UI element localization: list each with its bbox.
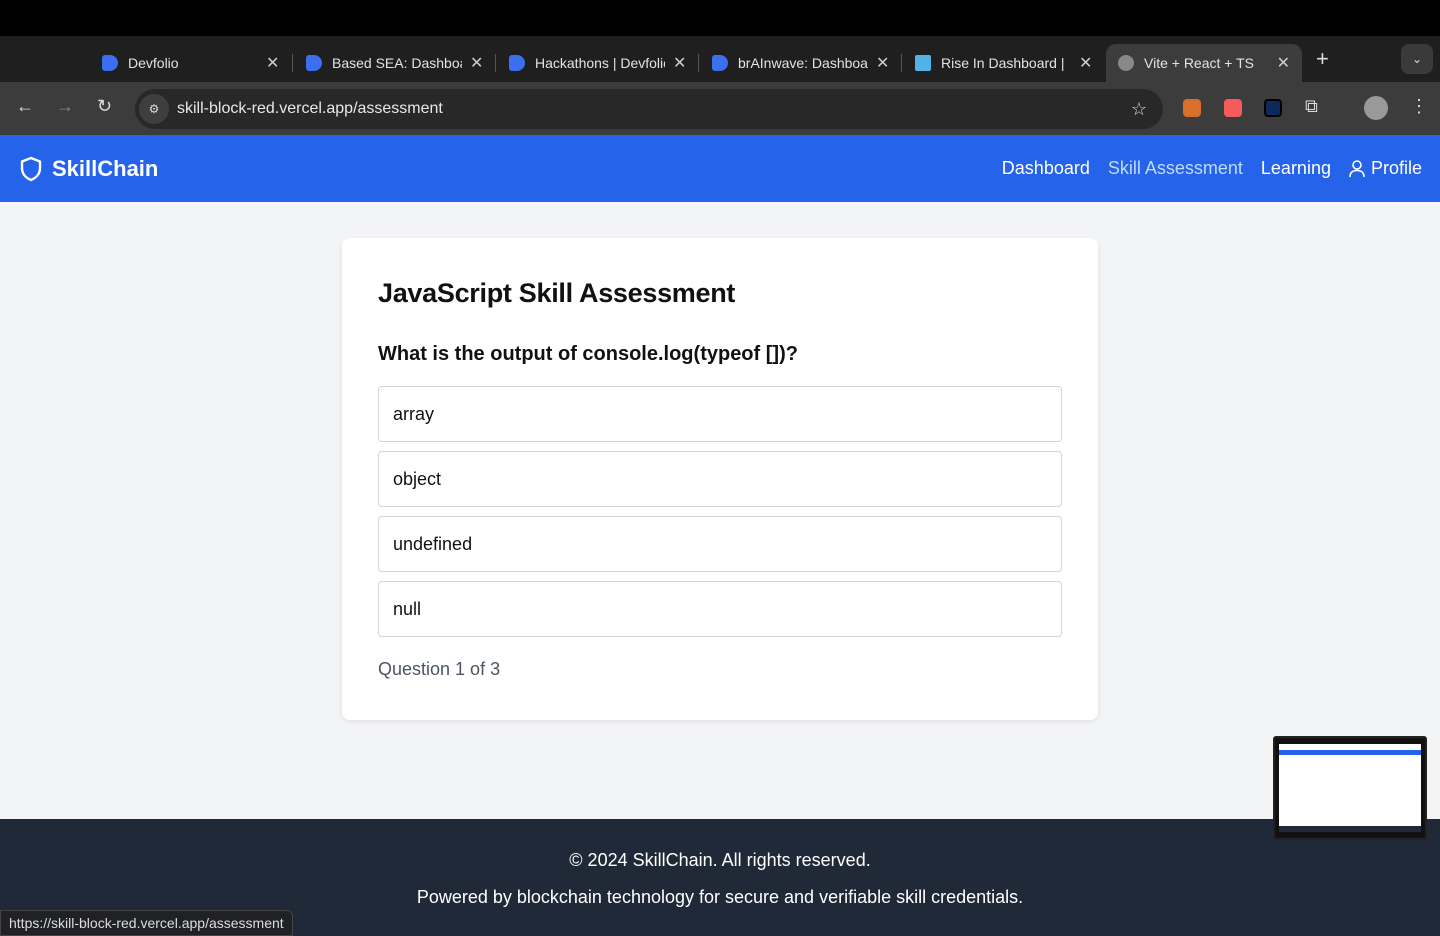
nav-skill-assessment[interactable]: Skill Assessment — [1108, 158, 1243, 179]
nav-profile[interactable]: Profile — [1349, 158, 1422, 179]
bookmark-star-icon[interactable]: ☆ — [1131, 99, 1147, 120]
forward-icon[interactable]: → — [56, 96, 74, 117]
devfolio-icon — [102, 55, 118, 71]
avatar[interactable] — [1364, 96, 1388, 120]
app-navbar: SkillChain Dashboard Skill Assessment Le… — [0, 135, 1440, 202]
close-icon[interactable]: ✕ — [266, 53, 279, 73]
footer-tagline: Powered by blockchain technology for sec… — [416, 887, 1024, 907]
devfolio-icon — [712, 55, 728, 71]
footer-copyright: © 2024 SkillChain. All rights reserved. — [569, 850, 871, 870]
tab-vite-react[interactable]: Vite + React + TS ✕ — [1106, 44, 1302, 82]
browser-toolbar: ← → ↻ ⚙ skill-block-red.vercel.app/asses… — [0, 82, 1440, 135]
extensions-puzzle-icon[interactable]: ⧉ — [1305, 96, 1318, 117]
rise-in-icon — [915, 55, 931, 71]
tab-devfolio[interactable]: Devfolio ✕ — [90, 44, 291, 82]
close-icon[interactable]: ✕ — [1277, 53, 1290, 73]
brand-logo[interactable]: SkillChain — [20, 156, 158, 182]
close-icon[interactable]: ✕ — [876, 53, 889, 73]
user-icon — [1349, 159, 1365, 177]
shield-icon — [20, 156, 42, 181]
close-icon[interactable]: ✕ — [1079, 53, 1092, 73]
tab-strip: Devfolio✕ Based SEA: Dashboard✕ Hackatho… — [0, 36, 1440, 82]
extension-blue-icon[interactable] — [1264, 99, 1282, 117]
more-menu-icon[interactable]: ⋮ — [1410, 96, 1428, 117]
tab-brainwave[interactable]: brAInwave: Dashboard ✕ — [700, 44, 901, 82]
tab-based-sea[interactable]: Based SEA: Dashboard✕ — [294, 44, 495, 82]
reload-icon[interactable]: ↻ — [97, 96, 112, 117]
status-bar-url: https://skill-block-red.vercel.app/asses… — [0, 910, 293, 936]
page-title: JavaScript Skill Assessment — [378, 278, 736, 308]
main-content: JavaScript Skill Assessment What is the … — [0, 202, 1440, 819]
devfolio-icon — [509, 55, 525, 71]
os-top-bar — [0, 0, 1440, 36]
answer-option-null[interactable]: null — [378, 581, 1062, 637]
answer-option-object[interactable]: object — [378, 451, 1062, 507]
tab-rise-in[interactable]: Rise In Dashboard | ✕ — [903, 44, 1104, 82]
assessment-card: JavaScript Skill Assessment What is the … — [342, 238, 1098, 720]
globe-icon — [1118, 55, 1134, 71]
screenshot-thumbnail[interactable] — [1273, 736, 1427, 840]
address-bar[interactable]: ⚙ skill-block-red.vercel.app/assessment … — [135, 89, 1163, 129]
nav-dashboard[interactable]: Dashboard — [1002, 158, 1090, 179]
devfolio-icon — [306, 55, 322, 71]
site-settings-icon[interactable]: ⚙ — [139, 94, 169, 124]
back-icon[interactable]: ← — [16, 96, 34, 117]
question-text: What is the output of console.log(typeof… — [378, 343, 798, 365]
tab-hackathons[interactable]: Hackathons | Devfolio ✕ — [497, 44, 698, 82]
close-icon[interactable]: ✕ — [673, 53, 686, 73]
answer-option-array[interactable]: array — [378, 386, 1062, 442]
answer-option-undefined[interactable]: undefined — [378, 516, 1062, 572]
close-icon[interactable]: ✕ — [470, 53, 483, 73]
question-progress: Question 1 of 3 — [378, 659, 501, 679]
tab-search-button[interactable]: ⌄ — [1401, 44, 1433, 74]
metamask-icon[interactable] — [1183, 99, 1201, 117]
new-tab-button[interactable]: + — [1316, 46, 1329, 72]
extension-p-icon[interactable] — [1224, 99, 1242, 117]
nav-learning[interactable]: Learning — [1261, 158, 1331, 179]
